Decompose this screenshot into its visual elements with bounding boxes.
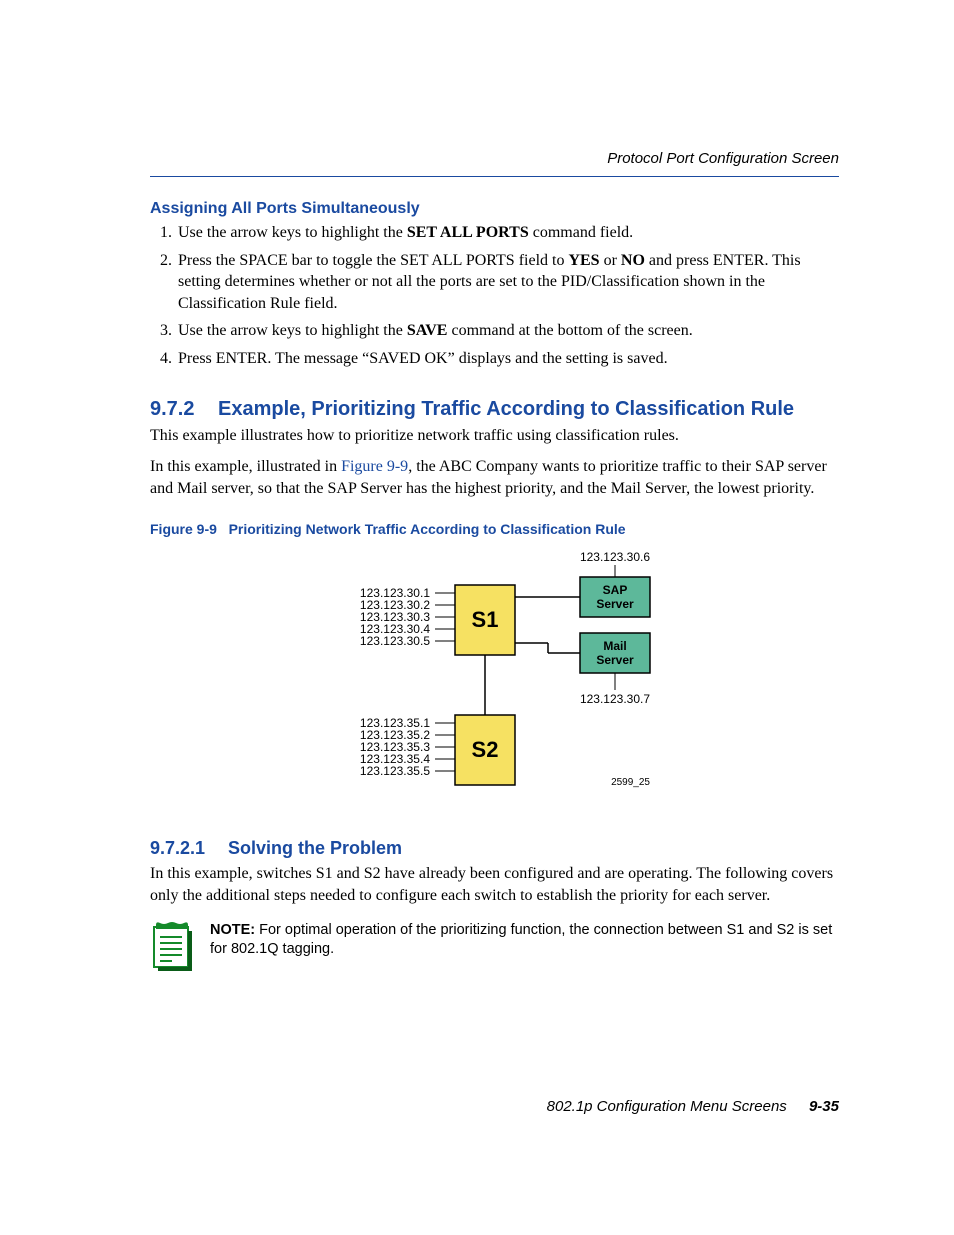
s1-label: S1 xyxy=(471,607,498,632)
note-text: NOTE: For optimal operation of the prior… xyxy=(210,921,839,960)
note-label: NOTE: xyxy=(210,922,255,938)
heading-9-7-2-1: 9.7.2.1Solving the Problem xyxy=(150,838,839,859)
header-rule xyxy=(150,176,839,177)
figure-ref-9-9[interactable]: Figure 9-9 xyxy=(341,458,408,475)
ip-bottom: 123.123.30.7 xyxy=(579,692,649,706)
para-9721-1: In this example, switches S1 and S2 have… xyxy=(150,863,839,906)
page-number: 9-35 xyxy=(809,1098,839,1115)
running-header: Protocol Port Configuration Screen xyxy=(607,150,839,167)
steps-list: Use the arrow keys to highlight the SET … xyxy=(150,222,839,370)
heading-assigning-all-ports: Assigning All Ports Simultaneously xyxy=(150,200,839,218)
sap-label-1: SAP xyxy=(602,583,627,597)
step-3: Use the arrow keys to highlight the SAVE… xyxy=(176,320,839,342)
step-3-text-a: Use the arrow keys to highlight the xyxy=(178,322,407,339)
footer-title: 802.1p Configuration Menu Screens xyxy=(547,1098,787,1115)
figure-caption-title: Prioritizing Network Traffic According t… xyxy=(229,521,626,537)
step-1-text-a: Use the arrow keys to highlight the xyxy=(178,224,407,241)
figure-9-9-diagram: S1 123.123.30.1 123.123.30.2 123.123.30.… xyxy=(150,545,839,810)
step-2-text-c: or xyxy=(600,252,621,269)
heading-9-7-2: 9.7.2Example, Prioritizing Traffic Accor… xyxy=(150,398,839,421)
ip-top: 123.123.30.6 xyxy=(579,550,649,564)
step-4: Press ENTER. The message “SAVED OK” disp… xyxy=(176,348,839,370)
s1-ip-5: 123.123.30.5 xyxy=(359,634,429,648)
heading-9-7-2-title: Example, Prioritizing Traffic According … xyxy=(218,398,794,420)
heading-9-7-2-num: 9.7.2 xyxy=(150,398,218,421)
para-972-2a: In this example, illustrated in xyxy=(150,458,341,475)
step-3-bold: SAVE xyxy=(407,322,448,339)
step-2-bold-yes: YES xyxy=(568,252,599,269)
step-1: Use the arrow keys to highlight the SET … xyxy=(176,222,839,244)
step-2: Press the SPACE bar to toggle the SET AL… xyxy=(176,250,839,315)
para-972-2: In this example, illustrated in Figure 9… xyxy=(150,456,839,499)
note-icon xyxy=(150,921,194,971)
step-3-text-c: command at the bottom of the screen. xyxy=(447,322,692,339)
note-body: For optimal operation of the prioritizin… xyxy=(210,922,832,958)
step-4-text: Press ENTER. The message “SAVED OK” disp… xyxy=(178,350,668,367)
figure-caption-num: Figure 9-9 xyxy=(150,521,217,537)
para-972-1: This example illustrates how to prioriti… xyxy=(150,425,839,447)
step-2-text-a: Press the SPACE bar to toggle the SET AL… xyxy=(178,252,568,269)
s2-ip-5: 123.123.35.5 xyxy=(359,764,429,778)
heading-9-7-2-1-num: 9.7.2.1 xyxy=(150,838,228,859)
step-2-bold-no: NO xyxy=(621,252,645,269)
figure-caption: Figure 9-9 Prioritizing Network Traffic … xyxy=(150,521,839,537)
step-1-bold: SET ALL PORTS xyxy=(407,224,529,241)
mail-label-2: Server xyxy=(596,653,634,667)
artwork-id: 2599_25 xyxy=(611,777,650,788)
note-block: NOTE: For optimal operation of the prior… xyxy=(150,921,839,971)
sap-label-2: Server xyxy=(596,597,634,611)
mail-label-1: Mail xyxy=(603,639,626,653)
page-footer: 802.1p Configuration Menu Screens 9-35 xyxy=(547,1098,839,1115)
s2-label: S2 xyxy=(471,737,498,762)
heading-9-7-2-1-title: Solving the Problem xyxy=(228,838,402,858)
step-1-text-c: command field. xyxy=(529,224,633,241)
